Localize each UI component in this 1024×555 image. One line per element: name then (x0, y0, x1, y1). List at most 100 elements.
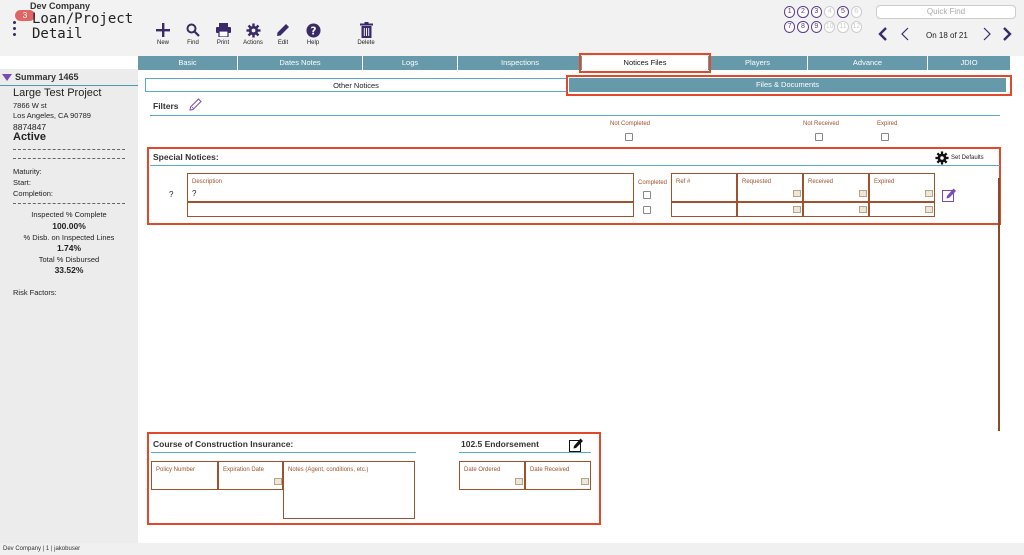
pager-button[interactable]: 11 (837, 21, 849, 33)
description-field[interactable]: Description ? (187, 173, 634, 202)
divider (151, 452, 416, 453)
completed-checkbox[interactable] (643, 191, 651, 199)
print-button[interactable]: Print (208, 22, 238, 46)
calendar-icon[interactable] (581, 478, 589, 485)
requested-date-field[interactable]: Requested (737, 173, 803, 202)
first-record-icon[interactable] (878, 27, 888, 41)
pager-button[interactable]: 7 (784, 21, 796, 33)
plus-icon (148, 22, 178, 38)
expired-date-field[interactable]: Expired (869, 173, 935, 202)
policy-number-field[interactable]: Policy Number (151, 461, 218, 490)
total-disbursed-value: 33.52% (54, 265, 84, 275)
tab-jdio[interactable]: JDIO (928, 56, 1010, 70)
pager-button[interactable]: 8 (797, 21, 809, 33)
quick-find-input[interactable]: Quick Find (876, 5, 1016, 19)
completed-checkbox-row2[interactable] (643, 206, 651, 214)
not-completed-label: Not Completed (610, 121, 651, 127)
toolbar: New Find Print Actions Edit ? Help (148, 22, 328, 46)
kebab-menu-icon[interactable] (13, 21, 17, 39)
filter-pencil-icon[interactable] (189, 98, 202, 111)
tab-inspections[interactable]: Inspections (458, 56, 583, 70)
address-city: Los Angeles, CA 90789 (13, 111, 91, 120)
edit-button[interactable]: Edit (268, 22, 298, 46)
pager-button[interactable]: 10 (823, 21, 836, 33)
not-received-checkbox[interactable] (815, 133, 823, 141)
ref-number-field-row2[interactable] (671, 202, 737, 217)
insurance-title: Course of Construction Insurance: (153, 439, 294, 449)
calendar-icon[interactable] (925, 206, 933, 213)
date-ordered-field[interactable]: Date Ordered (459, 461, 525, 490)
requested-date-field-row2[interactable] (737, 202, 803, 217)
pager-button[interactable]: 1 (784, 6, 796, 18)
project-name: Large Test Project (13, 87, 102, 99)
edit-endorsement-icon[interactable] (569, 438, 584, 452)
svg-text:?: ? (310, 25, 316, 37)
printer-icon (208, 22, 238, 38)
received-date-field-row2[interactable] (803, 202, 869, 217)
description-field-row2[interactable] (187, 202, 634, 217)
pager-button[interactable]: 5 (837, 6, 849, 18)
total-disbursed-label: Total % Disbursed (38, 255, 100, 264)
collapse-triangle-icon[interactable] (2, 74, 12, 81)
tab-advance[interactable]: Advance (808, 56, 928, 70)
pager-button[interactable]: 3 (810, 6, 822, 18)
pager-button[interactable]: 6 (850, 6, 862, 18)
actions-button[interactable]: Actions (238, 22, 268, 46)
risk-factors-label: Risk Factors: (13, 288, 57, 297)
completion-label: Completion: (13, 189, 54, 198)
set-defaults-button[interactable]: Set Defaults (935, 151, 984, 165)
divider (459, 452, 591, 453)
notes-field[interactable]: Notes (Agent, conditions, etc.) (283, 461, 415, 519)
calendar-icon[interactable] (274, 478, 282, 485)
calendar-icon[interactable] (859, 206, 867, 213)
expired-checkbox[interactable] (881, 133, 889, 141)
tab-players[interactable]: Players (708, 56, 808, 70)
subtab-other-notices[interactable]: Other Notices (145, 78, 567, 92)
pager-button[interactable]: 12 (850, 21, 862, 33)
not-completed-checkbox[interactable] (625, 133, 633, 141)
highlight-box (579, 53, 711, 73)
row-marker: ? (169, 190, 174, 199)
record-pager: 1 2 3 4 5 6 7 8 9 10 11 12 (784, 6, 864, 36)
divider (13, 158, 125, 159)
next-record-icon[interactable] (982, 27, 992, 41)
calendar-icon[interactable] (793, 206, 801, 213)
calendar-icon[interactable] (515, 478, 523, 485)
divider (13, 149, 125, 150)
last-record-icon[interactable] (1002, 27, 1012, 41)
new-button[interactable]: New (148, 22, 178, 46)
expiration-date-field[interactable]: Expiration Date (218, 461, 283, 490)
edit-notice-icon[interactable] (942, 188, 957, 202)
help-button[interactable]: ? Help (298, 22, 328, 46)
calendar-icon[interactable] (925, 190, 933, 197)
divider (150, 115, 1000, 116)
tab-logs[interactable]: Logs (363, 56, 458, 70)
date-received-field[interactable]: Date Received (525, 461, 591, 490)
previous-record-icon[interactable] (900, 27, 910, 41)
delete-button[interactable]: Delete (350, 22, 382, 46)
highlight-box (566, 75, 1012, 96)
summary-header[interactable]: Summary 1465 (0, 69, 138, 86)
pager-button[interactable]: 4 (823, 6, 836, 18)
expired-date-field-row2[interactable] (869, 202, 935, 217)
page-title: Loan/Project Detail (32, 11, 134, 42)
pager-button[interactable]: 2 (797, 6, 809, 18)
pencil-icon (268, 22, 298, 38)
divider (150, 165, 1000, 166)
record-navigation: On 18 of 21 (876, 26, 1016, 46)
gear-icon (238, 22, 268, 38)
tab-dates-notes[interactable]: Dates Notes (238, 56, 363, 70)
calendar-icon[interactable] (859, 190, 867, 197)
find-button[interactable]: Find (178, 22, 208, 46)
received-date-field[interactable]: Received (803, 173, 869, 202)
calendar-icon[interactable] (793, 190, 801, 197)
ref-number-field[interactable]: Ref # (671, 173, 737, 202)
disb-value: 1.74% (56, 243, 82, 253)
tab-basic[interactable]: Basic (138, 56, 238, 70)
record-position: On 18 of 21 (926, 31, 968, 40)
not-received-label: Not Received (803, 121, 840, 127)
pager-button[interactable]: 9 (810, 21, 822, 33)
vertical-divider (998, 178, 1000, 431)
search-icon (178, 22, 208, 38)
special-notices-title: Special Notices: (153, 152, 219, 162)
